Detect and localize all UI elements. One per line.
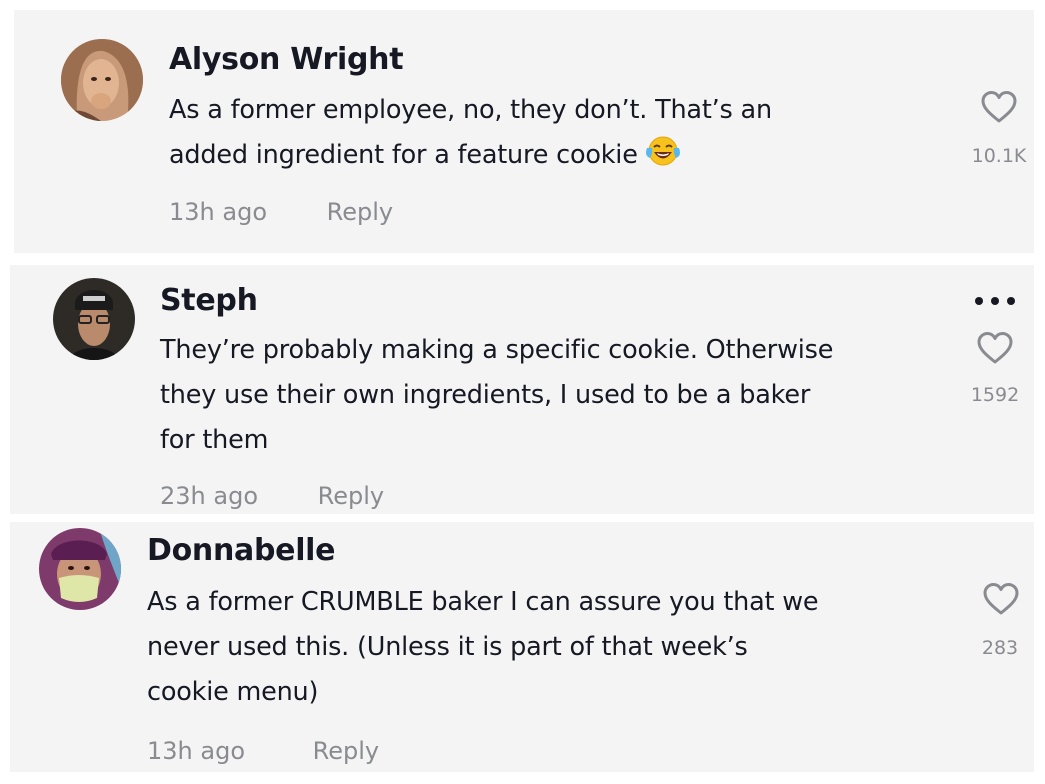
avatar[interactable] bbox=[53, 278, 135, 360]
heart-icon[interactable] bbox=[980, 90, 1018, 124]
comment-text-line: They’re probably making a specific cooki… bbox=[160, 335, 834, 365]
username[interactable]: Alyson Wright bbox=[169, 40, 404, 80]
like-count: 10.1K bbox=[971, 145, 1027, 167]
heart-icon[interactable] bbox=[976, 331, 1014, 365]
heart-icon[interactable] bbox=[982, 582, 1020, 616]
comment-meta: 13h ago Reply bbox=[169, 196, 393, 228]
comment-text-line: never used this. (Unless it is part of t… bbox=[147, 632, 748, 662]
comment-text-line: cookie menu) bbox=[147, 677, 319, 707]
comment-text: As a former employee, no, they don’t. Th… bbox=[169, 88, 772, 181]
comment-card: Steph They’re probably making a specific… bbox=[10, 265, 1034, 514]
reply-button[interactable]: Reply bbox=[318, 482, 384, 510]
timestamp: 23h ago bbox=[160, 482, 259, 510]
comment-text: They’re probably making a specific cooki… bbox=[160, 328, 833, 463]
timestamp: 13h ago bbox=[147, 737, 246, 765]
comment-text-line: As a former employee, no, they don’t. Th… bbox=[169, 95, 772, 125]
username[interactable]: Donnabelle bbox=[147, 531, 336, 571]
more-options-icon[interactable] bbox=[972, 293, 1020, 309]
reply-button[interactable]: Reply bbox=[327, 198, 393, 226]
comment-text-line: they use their own ingredients, I used t… bbox=[160, 380, 811, 410]
like-count: 283 bbox=[981, 637, 1019, 659]
comment-text: As a former CRUMBLE baker I can assure y… bbox=[147, 580, 819, 715]
comment-text-segment: added ingredient for a feature cookie bbox=[169, 140, 638, 170]
comment-text-line: As a former CRUMBLE baker I can assure y… bbox=[147, 587, 819, 617]
comment-meta: 13h ago Reply bbox=[147, 735, 379, 767]
comment-card: Alyson Wright As a former employee, no, … bbox=[14, 10, 1034, 253]
username[interactable]: Steph bbox=[160, 281, 258, 321]
like-count: 1592 bbox=[970, 384, 1020, 406]
face-with-tears-of-joy-icon bbox=[645, 136, 680, 181]
timestamp: 13h ago bbox=[169, 198, 268, 226]
avatar[interactable] bbox=[61, 39, 143, 121]
comment-text-line: for them bbox=[160, 425, 269, 455]
reply-button[interactable]: Reply bbox=[313, 737, 379, 765]
avatar[interactable] bbox=[39, 528, 121, 610]
comment-meta: 23h ago Reply bbox=[160, 480, 384, 512]
comment-text-line: added ingredient for a feature cookie bbox=[169, 133, 772, 181]
comment-card: Donnabelle As a former CRUMBLE baker I c… bbox=[10, 522, 1034, 772]
